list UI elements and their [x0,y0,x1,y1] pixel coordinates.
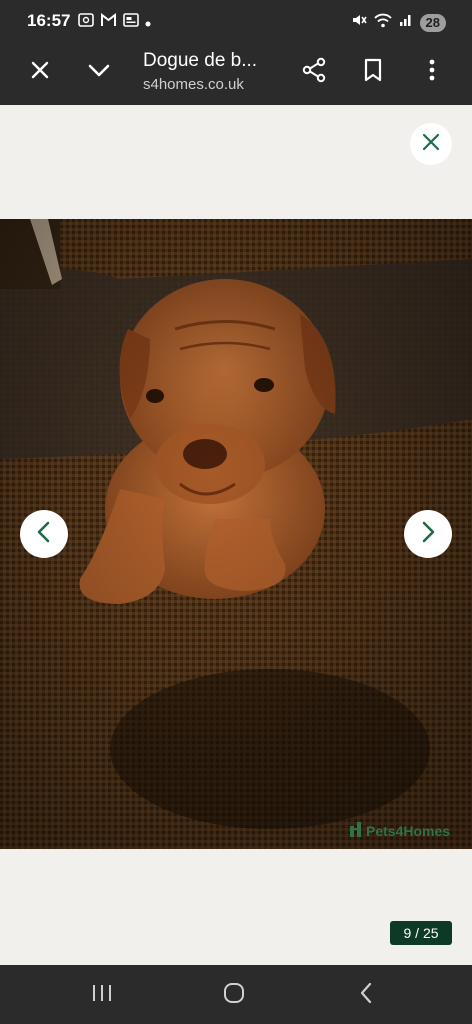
next-image-button[interactable] [404,510,452,558]
status-bar: 16:57 28 [0,0,472,42]
recents-icon [91,983,113,1008]
recents-button[interactable] [86,979,118,1011]
signal-icon [399,13,413,32]
home-button[interactable] [218,979,250,1011]
page-title: Dogue de b... [143,50,258,71]
puppy-photo-image [0,219,472,849]
screenshot-icon [78,13,94,32]
chevron-right-icon [420,521,436,548]
mute-icon [351,12,367,33]
home-icon [223,982,245,1009]
watermark-text: Pets4Homes [366,822,451,839]
close-tab-button[interactable] [24,56,56,88]
system-navigation-bar [0,965,472,1024]
minimize-tab-button[interactable] [83,56,115,88]
gmail-icon [100,12,117,32]
browser-toolbar: Dogue de b... s4homes.co.uk [0,42,472,105]
gallery-photo[interactable] [0,219,472,849]
wifi-icon [373,13,392,33]
close-icon [30,60,50,85]
share-button[interactable] [298,56,330,88]
close-icon [421,132,441,157]
close-gallery-button[interactable] [410,123,452,165]
news-icon [123,13,139,32]
previous-image-button[interactable] [20,510,68,558]
chevron-down-icon [87,62,111,83]
status-right-icons: 28 [351,12,446,33]
more-vert-icon [429,59,435,86]
status-time: 16:57 [27,11,71,30]
pets4homes-watermark: Pets4Homes [348,820,450,841]
page-url: s4homes.co.uk [143,76,244,93]
share-icon [302,57,326,88]
chevron-left-icon [36,521,52,548]
back-button[interactable] [350,979,382,1011]
bookmark-button[interactable] [357,56,389,88]
notification-dot-icon [145,14,151,32]
battery-indicator: 28 [419,13,446,32]
pets4homes-logo-icon [348,820,364,841]
bookmark-icon [364,58,382,87]
back-icon [359,982,373,1009]
status-left-icons [78,12,151,32]
image-counter: 9 / 25 [390,921,452,945]
more-options-button[interactable] [416,56,448,88]
